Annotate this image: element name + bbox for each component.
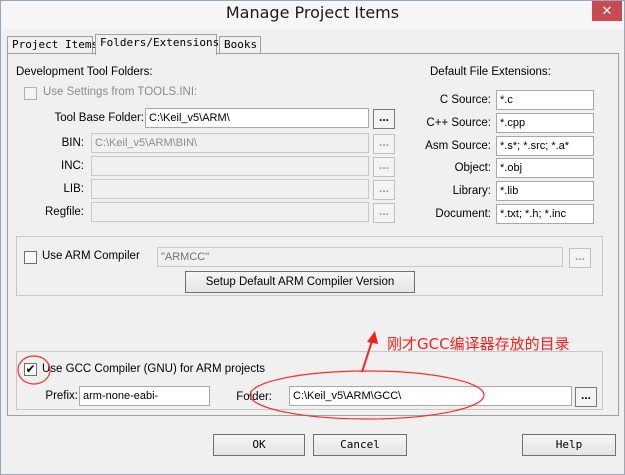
bin-field[interactable]: C:\Keil_v5\ARM\BIN\ (91, 133, 369, 153)
cancel-button[interactable]: Cancel (313, 434, 407, 456)
use-gcc-checkbox[interactable]: ✔ (24, 363, 37, 376)
ext-field-asm[interactable]: *.s*; *.src; *.a* (496, 136, 594, 156)
title-bar: Manage Project Items ✕ (1, 1, 624, 29)
ext-field-c[interactable]: *.c (496, 90, 594, 110)
bin-label: BIN: (61, 137, 84, 149)
lib-label: LIB: (63, 183, 84, 195)
regfile-label: Regfile: (45, 206, 84, 218)
folder-label: Folder: (236, 391, 272, 403)
ext-label-object: Object: (454, 162, 491, 174)
tab-project-items[interactable]: Project Items (7, 36, 98, 54)
tab-folders-extensions[interactable]: Folders/Extensions (95, 34, 219, 55)
prefix-field[interactable]: arm-none-eabi- (79, 386, 210, 406)
tool-base-label: Tool Base Folder: (54, 112, 145, 124)
prefix-label: Prefix: (45, 390, 78, 402)
setup-arm-compiler-button[interactable]: Setup Default ARM Compiler Version (185, 271, 415, 293)
use-settings-checkbox[interactable] (24, 87, 37, 100)
inc-label: INC: (61, 160, 84, 172)
ext-label-cpp: C++ Source: (426, 117, 491, 129)
gcc-folder-field[interactable]: C:\Keil_v5\ARM\GCC\ (289, 386, 572, 406)
tab-books[interactable]: Books (219, 36, 261, 54)
extensions-heading: Default File Extensions: (430, 66, 551, 78)
close-icon: ✕ (601, 3, 613, 18)
bin-browse-button[interactable]: ... (373, 134, 395, 154)
use-arm-compiler-label: Use ARM Compiler (42, 250, 140, 262)
ext-label-c: C Source: (439, 94, 491, 106)
regfile-browse-button[interactable]: ... (373, 203, 395, 223)
lib-field[interactable] (91, 179, 369, 199)
lib-browse-button[interactable]: ... (373, 180, 395, 200)
inc-field[interactable] (91, 156, 369, 176)
window-title: Manage Project Items (225, 3, 400, 22)
use-gcc-label: Use GCC Compiler (GNU) for ARM projects (42, 363, 266, 375)
help-button[interactable]: Help (522, 434, 616, 456)
gcc-folder-browse-button[interactable]: ... (575, 387, 597, 407)
dialog-window: Manage Project Items ✕ Project Items Fol… (0, 0, 625, 475)
check-icon: ✔ (25, 362, 36, 376)
inc-browse-button[interactable]: ... (373, 157, 395, 177)
ext-field-document[interactable]: *.txt; *.h; *.inc (496, 204, 594, 224)
regfile-field[interactable] (91, 202, 369, 222)
ok-button[interactable]: OK (213, 434, 305, 456)
ext-field-library[interactable]: *.lib (496, 181, 594, 201)
tab-panel: Development Tool Folders: Use Settings f… (7, 53, 619, 416)
ext-field-object[interactable]: *.obj (496, 158, 594, 178)
arm-compiler-browse-button[interactable]: ... (569, 248, 591, 268)
close-button[interactable]: ✕ (592, 1, 622, 21)
use-arm-compiler-checkbox[interactable] (24, 251, 37, 264)
ext-label-library: Library: (452, 185, 491, 197)
use-settings-label: Use Settings from TOOLS.INI: (43, 86, 198, 98)
annotation-text: 刚才GCC编译器存放的目录 (387, 335, 570, 353)
tool-base-field[interactable]: C:\Keil_v5\ARM\ (145, 108, 369, 128)
ext-field-cpp[interactable]: *.cpp (496, 113, 594, 133)
ext-label-document: Document: (435, 208, 491, 220)
tool-folders-heading: Development Tool Folders: (16, 66, 153, 78)
ext-label-asm: Asm Source: (425, 140, 491, 152)
arm-compiler-field[interactable]: "ARMCC" (157, 247, 563, 267)
tool-base-browse-button[interactable]: ... (373, 109, 395, 129)
